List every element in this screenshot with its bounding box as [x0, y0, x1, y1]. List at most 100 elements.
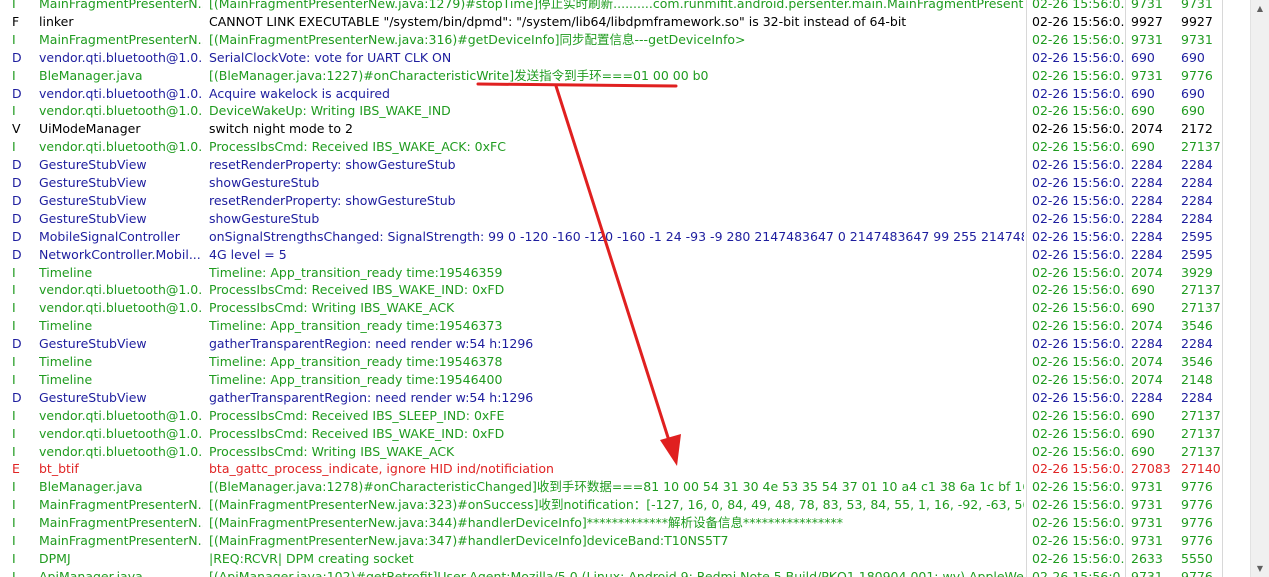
log-message: resetRenderProperty: showGestureStub	[209, 157, 456, 173]
log-time: 02-26 15:56:0...	[1032, 443, 1124, 459]
log-time: 02-26 15:56:0...	[1032, 157, 1124, 173]
log-tag: vendor.qti.bluetooth@1.0...	[39, 425, 203, 441]
log-time: 02-26 15:56:0...	[1032, 407, 1124, 423]
log-message: DeviceWakeUp: Writing IBS_WAKE_IND	[209, 103, 451, 119]
log-tid: 2595	[1181, 228, 1213, 244]
log-level: I	[12, 371, 16, 387]
log-tid: 2284	[1181, 157, 1213, 173]
log-tid: 9776	[1181, 533, 1213, 548]
log-row[interactable]: I Timeline Timeline: App_transition_ready …	[0, 371, 1222, 389]
scroll-up-arrow-icon[interactable]: ▲	[1251, 0, 1269, 17]
log-time: 02-26 15:56:0...	[1032, 31, 1124, 47]
log-time: 02-26 15:56:0...	[1032, 371, 1124, 387]
log-message: switch night mode to 2	[209, 121, 353, 137]
log-pid: 690	[1131, 407, 1155, 423]
log-tid: 27140	[1181, 461, 1221, 477]
log-pid: 9731	[1131, 497, 1163, 513]
log-pid: 9731	[1131, 479, 1163, 495]
log-time: 02-26 15:56:0...	[1032, 497, 1124, 513]
log-row[interactable]: I ApiManager.java [(ApiManager.java:102)#g…	[0, 568, 1222, 577]
log-tid: 3929	[1181, 264, 1213, 280]
vertical-scrollbar[interactable]: ▲ ▼	[1250, 0, 1269, 577]
log-level: D	[12, 228, 22, 244]
log-time: 02-26 15:56:0...	[1032, 568, 1124, 577]
log-row[interactable]: I MainFragmentPresenterN... [(MainFragment…	[0, 532, 1222, 550]
log-row[interactable]: Ivendor.qti.bluetooth@1.0... ProcessIbsCm…	[0, 281, 1222, 299]
logcat-view[interactable]: I MainFragmentPresenterN... [(MainFragment…	[0, 0, 1250, 577]
log-row[interactable]: I BleManager.java [(BleManager.java:1227)#…	[0, 67, 1222, 85]
log-tag: vendor.qti.bluetooth@1.0...	[39, 85, 203, 101]
log-row[interactable]: Ivendor.qti.bluetooth@1.0... ProcessIbsCm…	[0, 299, 1222, 317]
log-tid: 9776	[1181, 568, 1213, 577]
log-row[interactable]: I Timeline Timeline: App_transition_ready …	[0, 317, 1222, 335]
log-level: I	[12, 264, 16, 280]
log-row[interactable]: I MainFragmentPresenterN... [(MainFragment…	[0, 496, 1222, 514]
log-row[interactable]: Ivendor.qti.bluetooth@1.0... ProcessIbsCm…	[0, 407, 1222, 425]
log-level: I	[12, 282, 16, 298]
log-pid: 2074	[1131, 264, 1163, 280]
log-pid: 9731	[1131, 515, 1163, 531]
log-tid: 27137	[1181, 443, 1221, 459]
log-message: Timeline: App_transition_ready time:1954…	[209, 318, 503, 334]
log-time: 02-26 15:56:0...	[1032, 318, 1124, 334]
log-row[interactable]: I BleManager.java [(BleManager.java:1278)#…	[0, 478, 1222, 496]
log-row[interactable]: D GestureStubView showGestureStub 02-26 15:…	[0, 174, 1222, 192]
log-pid: 2074	[1131, 354, 1163, 369]
log-message: showGestureStub	[209, 175, 320, 190]
log-level: I	[12, 443, 16, 459]
log-row[interactable]: I MainFragmentPresenterN... [(MainFragment…	[0, 514, 1222, 532]
log-level: I	[12, 139, 16, 155]
log-time: 02-26 15:56:0...	[1032, 479, 1124, 495]
log-level: D	[12, 157, 22, 173]
log-message: [(BleManager.java:1278)#onCharacteristic…	[209, 479, 1024, 495]
log-pid: 690	[1131, 425, 1155, 441]
log-pid: 2284	[1131, 210, 1163, 226]
log-tag: vendor.qti.bluetooth@1.0...	[39, 49, 203, 65]
log-row[interactable]: Flinker CANNOT LINK EXECUTABLE "/system/b…	[0, 13, 1222, 31]
log-row[interactable]: Ivendor.qti.bluetooth@1.0... ProcessIbsCm…	[0, 138, 1222, 156]
log-pid: 9731	[1131, 31, 1163, 47]
log-row[interactable]: D GestureStubView resetRenderProperty: sho…	[0, 156, 1222, 174]
log-row[interactable]: Ivendor.qti.bluetooth@1.0... ProcessIbsCm…	[0, 443, 1222, 461]
log-message: [(BleManager.java:1227)#onCharacteristic…	[209, 67, 709, 83]
log-row[interactable]: D GestureStubView gatherTransparentRegion:…	[0, 335, 1222, 353]
log-row[interactable]: Ivendor.qti.bluetooth@1.0... ProcessIbsCm…	[0, 425, 1222, 443]
log-row[interactable]: Ivendor.qti.bluetooth@1.0... DeviceWakeUp…	[0, 102, 1222, 120]
log-row[interactable]: D NetworkController.Mobil... 4G level = 5 0…	[0, 246, 1222, 264]
log-time: 02-26 15:56:0...	[1032, 300, 1124, 316]
log-message: ProcessIbsCmd: Received IBS_WAKE_IND: 0x…	[209, 425, 505, 441]
log-row[interactable]: I Timeline Timeline: App_transition_ready …	[0, 264, 1222, 282]
log-tag: linker	[39, 13, 74, 29]
log-row[interactable]: I MainFragmentPresenterN... [(MainFragment…	[0, 0, 1222, 13]
log-time: 02-26 15:56:0...	[1032, 85, 1124, 101]
log-level: I	[12, 31, 16, 47]
log-level: I	[12, 407, 16, 423]
log-level: V	[12, 121, 21, 137]
log-row[interactable]: Ebt_btif bta_gattc_process_indicate, igno…	[0, 460, 1222, 478]
log-time: 02-26 15:56:0...	[1032, 0, 1124, 11]
log-pid: 2074	[1131, 371, 1163, 387]
log-time: 02-26 15:56:0...	[1032, 139, 1124, 155]
log-message: |REQ:RCVR| DPM creating socket	[209, 550, 414, 566]
log-level: D	[12, 246, 22, 262]
log-pid: 2284	[1131, 389, 1163, 405]
log-row[interactable]: Dvendor.qti.bluetooth@1.0... SerialClockV…	[0, 49, 1222, 67]
log-pid: 690	[1131, 300, 1155, 316]
log-row[interactable]: I DPMJ |REQ:RCVR| DPM creating socket 02-26…	[0, 550, 1222, 568]
log-row[interactable]: D GestureStubView resetRenderProperty: sho…	[0, 192, 1222, 210]
log-level: E	[12, 461, 20, 477]
scroll-down-arrow-icon[interactable]: ▼	[1251, 560, 1269, 577]
log-pid: 2284	[1131, 192, 1163, 208]
log-row[interactable]: V UiModeManager switch night mode to 2 02-2…	[0, 120, 1222, 138]
log-tid: 9927	[1181, 13, 1213, 29]
log-time: 02-26 15:56:0...	[1032, 533, 1124, 548]
log-tag: vendor.qti.bluetooth@1.0...	[39, 139, 203, 155]
log-level: I	[12, 568, 16, 577]
log-time: 02-26 15:56:0...	[1032, 175, 1124, 190]
log-row[interactable]: Dvendor.qti.bluetooth@1.0... Acquire wake…	[0, 85, 1222, 103]
log-row[interactable]: D MobileSignalController onSignalStrengths…	[0, 228, 1222, 246]
log-row[interactable]: D GestureStubView gatherTransparentRegion:…	[0, 389, 1222, 407]
log-row[interactable]: D GestureStubView showGestureStub 02-26 15:…	[0, 210, 1222, 228]
log-row[interactable]: I Timeline Timeline: App_transition_ready …	[0, 353, 1222, 371]
log-row[interactable]: I MainFragmentPresenterN... [(MainFragment…	[0, 31, 1222, 49]
